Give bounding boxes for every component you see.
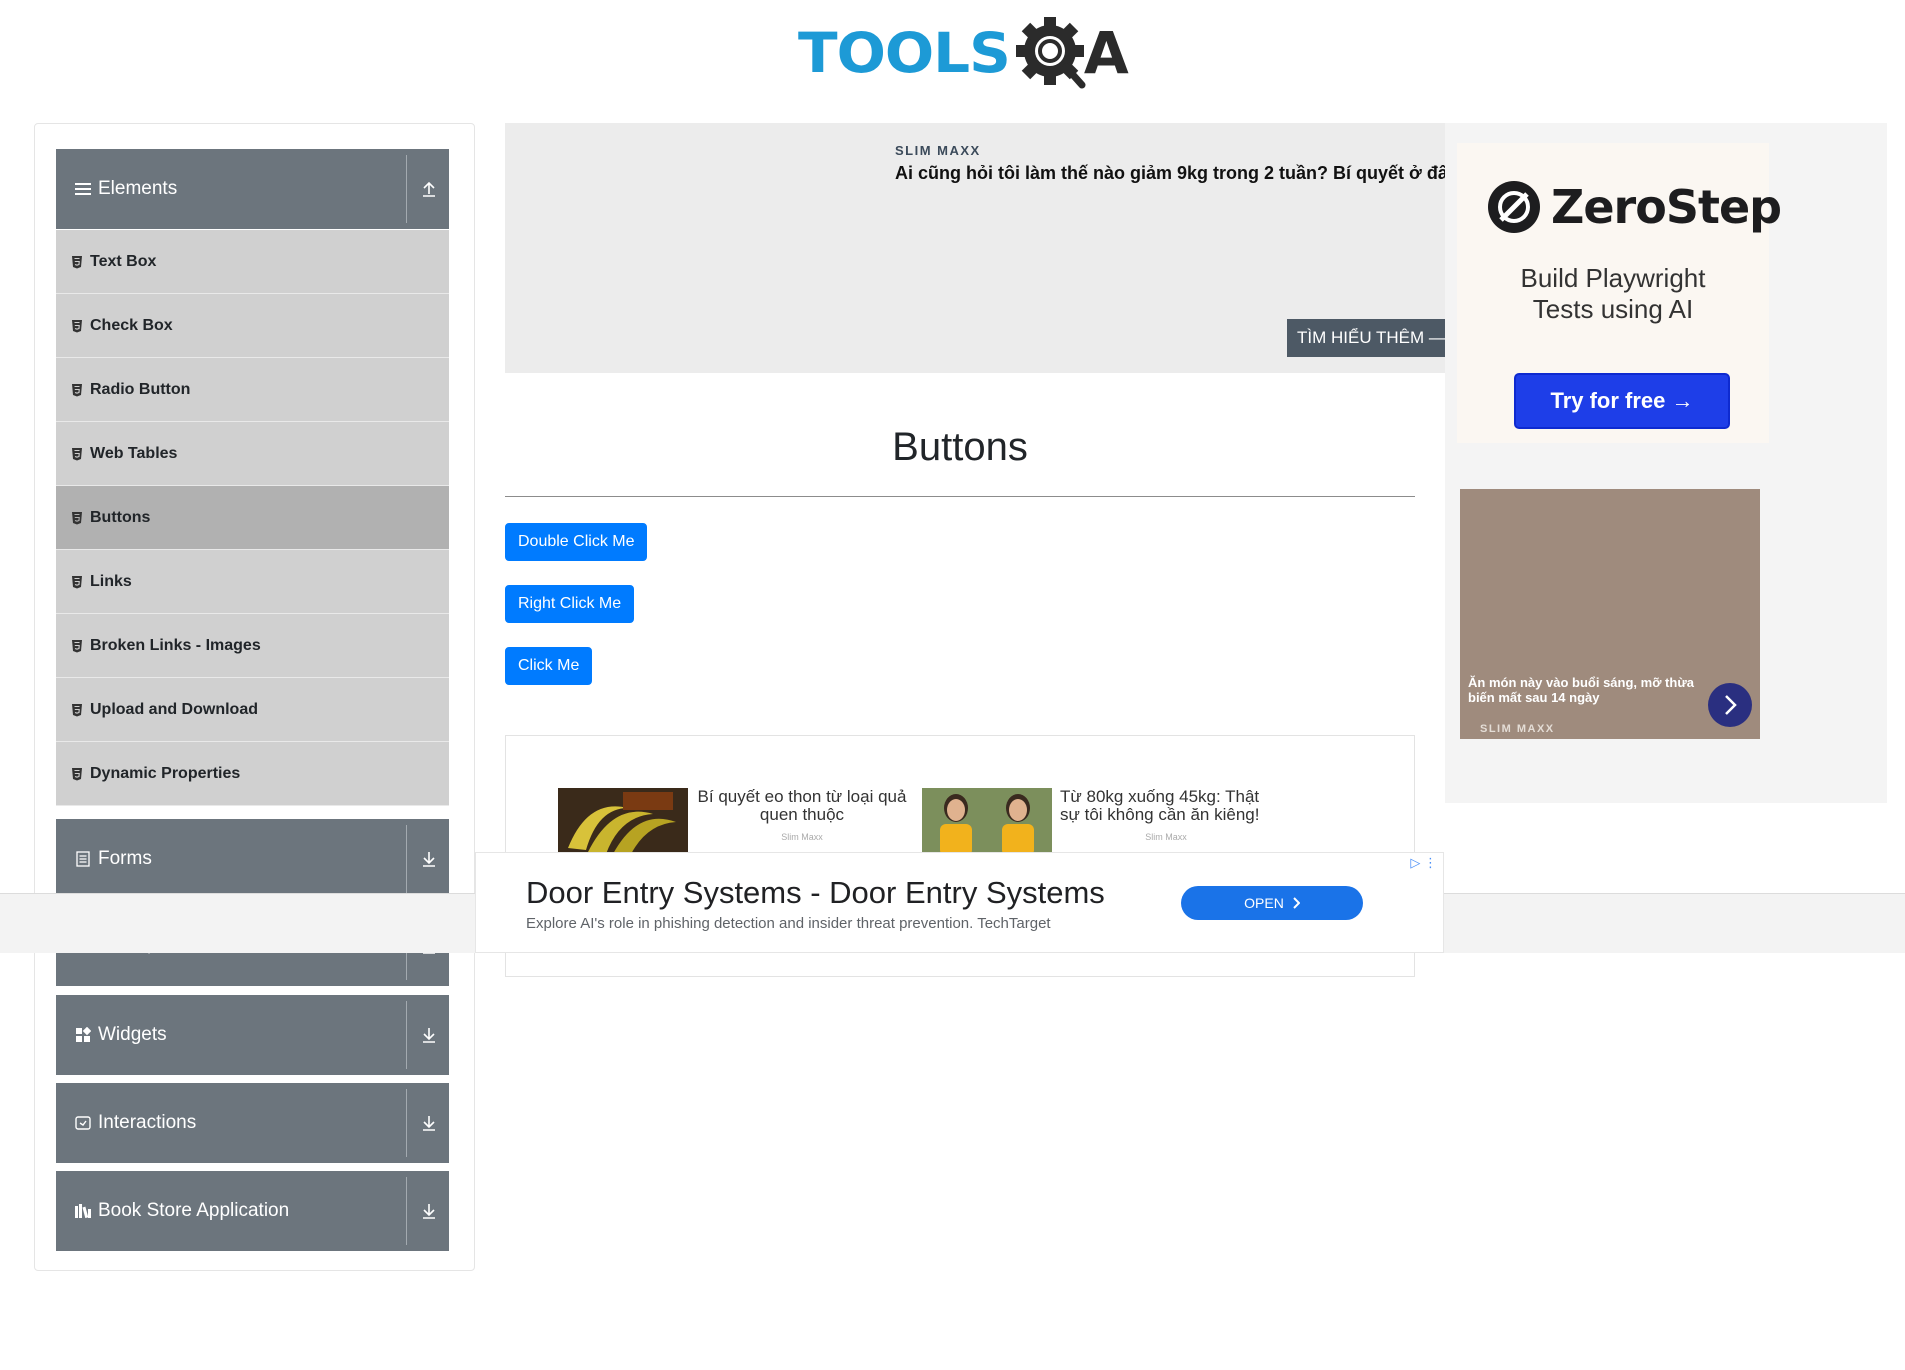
html5-icon (71, 639, 83, 653)
zerostep-ad[interactable]: ZeroStep Build Playwright Tests using AI… (1457, 143, 1782, 443)
group-title: Book Store Application (98, 1200, 290, 1221)
group-title: Widgets (98, 1024, 167, 1045)
ad-headline: Ai cũng hỏi tôi làm thế nào giảm 9kg tro… (895, 163, 1445, 183)
group-title: Forms (98, 848, 152, 869)
menu-item-label: Broken Links - Images (90, 636, 261, 654)
html5-icon (71, 703, 83, 717)
menu-item-broken-links[interactable]: Broken Links - Images (56, 614, 449, 678)
menu-item-label: Radio Button (90, 380, 191, 398)
ad-learn-more-button[interactable]: TÌM HIỂU THÊM — (1287, 319, 1445, 357)
native-ad-item[interactable]: Từ 80kg xuống 45kg: Thật sự tôi không cầ… (922, 788, 1272, 856)
open-label: OPEN (1244, 895, 1284, 911)
html5-icon (71, 383, 83, 397)
image-ad[interactable]: Ăn món này vào buổi sáng, mỡ thừa biến m… (1460, 489, 1760, 739)
form-icon (74, 850, 92, 868)
zerostep-logo: ZeroStep (1487, 180, 1782, 234)
expand-arrow-icon[interactable] (419, 849, 439, 869)
menu-item-check-box[interactable]: Check Box (56, 294, 449, 358)
native-ad-item[interactable]: Bí quyết eo thon từ loại quả quen thuộc … (558, 788, 908, 856)
html5-icon (71, 511, 83, 525)
tagline-line-1: Build Playwright (1520, 263, 1706, 293)
try-for-free-button[interactable]: Try for free → (1514, 373, 1730, 429)
divider (406, 1001, 407, 1069)
logo-text: TOOLS (798, 20, 1011, 86)
women-thumbnail (922, 788, 1052, 856)
zerostep-tagline: Build Playwright Tests using AI (1457, 263, 1769, 325)
html5-icon (71, 255, 83, 269)
menu-item-label: Links (90, 572, 132, 590)
group-header-forms[interactable]: Forms (56, 819, 449, 899)
html5-icon (71, 447, 83, 461)
divider (406, 825, 407, 893)
next-arrow-button[interactable] (1708, 683, 1752, 727)
native-ad-source: Slim Maxx (781, 832, 823, 842)
sidebar: Elements Text Box Check Box Radio Button… (34, 123, 475, 1271)
title-divider (505, 496, 1415, 497)
right-ad-column: ZeroStep Build Playwright Tests using AI… (1445, 123, 1887, 803)
html5-icon (71, 575, 83, 589)
toolsqa-logo[interactable]: TOOLS A (798, 14, 1129, 92)
menu-item-label: Upload and Download (90, 700, 258, 718)
chevron-right-icon (1293, 897, 1300, 909)
zerostep-icon (1488, 181, 1540, 233)
sticky-ad-description: Explore AI's role in phishing detection … (526, 915, 1051, 932)
image-ad-caption: Ăn món này vào buổi sáng, mỡ thừa biến m… (1468, 675, 1694, 705)
tagline-line-2: Tests using AI (1532, 294, 1694, 324)
menu-item-web-tables[interactable]: Web Tables (56, 422, 449, 486)
menu-item-links[interactable]: Links (56, 550, 449, 614)
divider (406, 155, 407, 223)
html5-icon (71, 319, 83, 333)
native-ad-title: Bí quyết eo thon từ loại quả quen thuộc (697, 787, 907, 824)
banana-thumbnail (558, 788, 688, 856)
menu-item-label: Buttons (90, 508, 151, 526)
menu-item-buttons[interactable]: Buttons (56, 486, 449, 550)
right-click-button[interactable]: Right Click Me (505, 585, 635, 623)
expand-arrow-icon[interactable] (419, 1113, 439, 1133)
expand-arrow-icon[interactable] (419, 1025, 439, 1045)
image-ad-source: SLIM MAXX (1480, 723, 1555, 735)
group-header-book-store[interactable]: Book Store Application (56, 1171, 449, 1251)
group-header-elements[interactable]: Elements (56, 149, 449, 229)
menu-item-label: Text Box (90, 252, 157, 270)
page-title: Buttons (892, 425, 1028, 469)
menu-item-text-box[interactable]: Text Box (56, 230, 449, 294)
interactions-icon (74, 1114, 92, 1132)
gear-magnifier-icon (1014, 15, 1090, 91)
chevron-right-icon (1725, 695, 1737, 715)
books-icon (74, 1202, 92, 1220)
group-title: Interactions (98, 1112, 197, 1133)
divider (406, 1089, 407, 1157)
menu-item-upload-download[interactable]: Upload and Download (56, 678, 449, 742)
group-header-widgets[interactable]: Widgets (56, 995, 449, 1075)
zerostep-brand: ZeroStep (1551, 180, 1782, 234)
page: TOOLS A Elements Text Box Check Box Radi… (0, 0, 1905, 1370)
logo-letter: A (1083, 19, 1129, 87)
sticky-ad-open-button[interactable]: OPEN (1181, 886, 1363, 920)
menu-item-label: Web Tables (90, 444, 178, 462)
hamburger-icon (74, 180, 92, 198)
divider (406, 1177, 407, 1245)
menu-item-label: Check Box (90, 316, 173, 334)
widgets-icon (74, 1026, 92, 1044)
group-title: Elements (98, 178, 178, 199)
adchoices-icon[interactable]: ▷ ⋮ (1410, 855, 1437, 871)
group-header-interactions[interactable]: Interactions (56, 1083, 449, 1163)
click-me-button[interactable]: Click Me (505, 647, 593, 685)
elements-menu-list: Text Box Check Box Radio Button Web Tabl… (56, 230, 449, 806)
native-ad-title: Từ 80kg xuống 45kg: Thật sự tôi không cầ… (1060, 787, 1260, 824)
ad-brand: SLIM MAXX (895, 143, 981, 158)
native-ad-text: Bí quyết eo thon từ loại quả quen thuộc … (688, 788, 908, 856)
sticky-ad[interactable]: Door Entry Systems - Door Entry Systems … (475, 852, 1444, 953)
collapse-arrow-icon[interactable] (419, 179, 439, 199)
expand-arrow-icon[interactable] (419, 1201, 439, 1221)
native-ad-text: Từ 80kg xuống 45kg: Thật sự tôi không cầ… (1052, 788, 1272, 856)
top-banner-ad[interactable]: SLIM MAXX Ai cũng hỏi tôi làm thế nào gi… (505, 123, 1445, 373)
sticky-ad-title[interactable]: Door Entry Systems - Door Entry Systems (526, 875, 1105, 911)
menu-item-label: Dynamic Properties (90, 764, 241, 782)
html5-icon (71, 767, 83, 781)
double-click-button[interactable]: Double Click Me (505, 523, 648, 561)
menu-item-dynamic-properties[interactable]: Dynamic Properties (56, 742, 449, 806)
native-ad-source: Slim Maxx (1145, 832, 1187, 842)
menu-item-radio-button[interactable]: Radio Button (56, 358, 449, 422)
